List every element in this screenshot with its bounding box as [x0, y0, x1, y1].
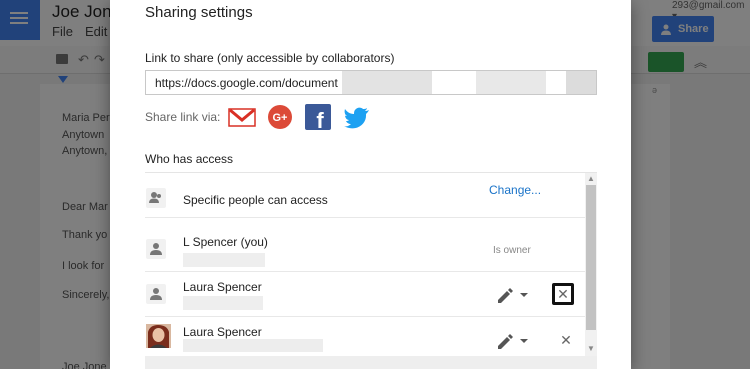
person-name: Laura Spencer — [183, 325, 262, 339]
person-icon — [146, 284, 166, 304]
svg-text:G+: G+ — [273, 112, 288, 124]
add-people-area — [145, 356, 597, 369]
close-icon[interactable]: ✕ — [555, 330, 577, 352]
facebook-icon[interactable]: f — [303, 104, 333, 130]
person-row: Laura Spencer ✕ — [145, 317, 585, 356]
share-link-value: https://docs.google.com/document — [155, 76, 338, 90]
sharing-settings-dialog: Sharing settings Link to share (only acc… — [110, 0, 631, 369]
people-icon — [146, 188, 166, 208]
redacted-email — [183, 296, 263, 310]
gmail-icon[interactable] — [227, 104, 257, 130]
owner-role: Is owner — [493, 245, 531, 256]
person-name: Laura Spencer — [183, 280, 262, 294]
pencil-icon[interactable] — [495, 284, 531, 304]
redacted-email — [183, 339, 323, 352]
access-list: Specific people can access Change... L S… — [145, 172, 597, 356]
redacted-email — [183, 253, 265, 267]
change-access-link[interactable]: Change... — [489, 183, 541, 197]
scroll-thumb[interactable] — [586, 185, 596, 330]
redacted-area — [342, 71, 432, 94]
share-via-label: Share link via: — [145, 110, 221, 124]
person-name: L Spencer (you) — [183, 235, 268, 249]
twitter-icon[interactable] — [342, 104, 372, 130]
share-link-field[interactable]: https://docs.google.com/document — [145, 70, 597, 95]
dialog-title: Sharing settings — [145, 4, 253, 21]
person-row: Laura Spencer ✕ — [145, 272, 585, 317]
scroll-down-icon[interactable]: ▼ — [585, 343, 597, 355]
avatar — [146, 324, 171, 348]
person-icon — [146, 239, 166, 259]
google-plus-icon[interactable]: G+ — [265, 104, 295, 130]
who-has-access-label: Who has access — [145, 152, 234, 166]
scroll-up-icon[interactable]: ▲ — [585, 173, 597, 185]
access-setting-row: Specific people can access Change... — [145, 173, 585, 218]
redacted-area — [476, 71, 546, 94]
redacted-area — [566, 71, 596, 94]
svg-text:f: f — [316, 108, 324, 130]
close-icon[interactable]: ✕ — [552, 283, 574, 305]
link-to-share-label: Link to share (only accessible by collab… — [145, 51, 395, 65]
access-setting-label: Specific people can access — [183, 193, 328, 207]
pencil-icon[interactable] — [495, 330, 531, 350]
access-list-scrollbar[interactable]: ▲ ▼ — [585, 173, 597, 356]
